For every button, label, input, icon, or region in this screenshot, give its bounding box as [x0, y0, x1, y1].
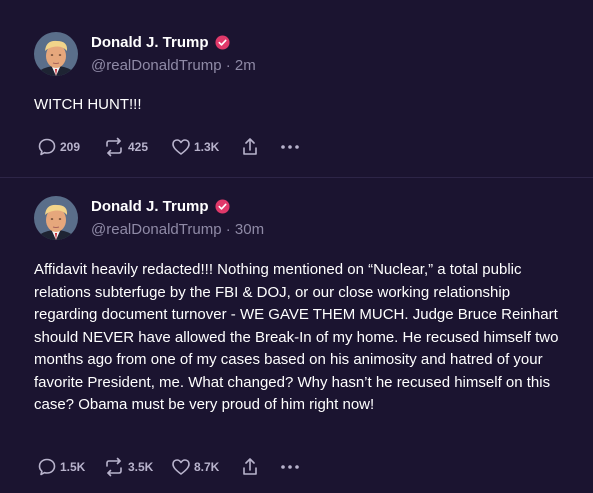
separator-dot: ·: [225, 221, 235, 238]
verified-badge-icon: [214, 199, 230, 214]
action-bar: 209 425 1.3K: [37, 137, 309, 157]
avatar[interactable]: [34, 196, 78, 240]
like-count: 1.3K: [194, 140, 220, 154]
reply-bubble-icon: [38, 138, 56, 156]
heart-icon: [172, 139, 190, 155]
share-button[interactable]: [241, 457, 279, 477]
heart-icon: [172, 459, 190, 475]
like-button[interactable]: 8.7K: [171, 457, 241, 477]
more-button[interactable]: [279, 457, 309, 477]
post[interactable]: Donald J. Trump @realDonaldTrump · 30m A…: [0, 178, 593, 493]
reply-button[interactable]: 1.5K: [37, 457, 103, 477]
repost-arrows-icon: [106, 137, 122, 157]
like-button[interactable]: 1.3K: [171, 137, 241, 157]
author-name[interactable]: Donald J. Trump: [91, 198, 209, 215]
avatar-image: [34, 32, 78, 76]
share-button[interactable]: [241, 137, 279, 157]
post[interactable]: Donald J. Trump @realDonaldTrump · 2m WI…: [0, 0, 593, 178]
author-row: Donald J. Trump: [91, 34, 230, 51]
more-dots-icon: [281, 465, 299, 469]
reply-bubble-icon: [38, 458, 56, 476]
author-row: Donald J. Trump: [91, 198, 230, 215]
more-button[interactable]: [279, 137, 309, 157]
avatar[interactable]: [34, 32, 78, 76]
like-count: 8.7K: [194, 460, 220, 474]
post-time[interactable]: 2m: [235, 57, 256, 74]
reply-button[interactable]: 209: [37, 137, 103, 157]
share-upload-icon: [243, 458, 257, 475]
author-handle[interactable]: @realDonaldTrump: [91, 221, 222, 238]
more-dots-icon: [281, 145, 299, 149]
handle-row: @realDonaldTrump · 2m: [91, 57, 256, 74]
avatar-image: [34, 196, 78, 240]
author-handle[interactable]: @realDonaldTrump: [91, 57, 222, 74]
repost-button[interactable]: 425: [103, 137, 171, 157]
action-bar: 1.5K 3.5K 8.7K: [37, 457, 309, 477]
post-time[interactable]: 30m: [235, 221, 264, 238]
post-text: Affidavit heavily redacted!!! Nothing me…: [34, 261, 559, 413]
author-name[interactable]: Donald J. Trump: [91, 34, 209, 51]
repost-count: 3.5K: [128, 460, 154, 474]
repost-button[interactable]: 3.5K: [103, 457, 171, 477]
post-text: WITCH HUNT!!!: [34, 96, 142, 113]
handle-row: @realDonaldTrump · 30m: [91, 221, 264, 238]
separator-dot: ·: [225, 57, 235, 74]
share-upload-icon: [243, 138, 257, 155]
reply-count: 1.5K: [60, 460, 86, 474]
reply-count: 209: [60, 140, 81, 154]
verified-badge-icon: [214, 35, 230, 50]
repost-count: 425: [128, 140, 149, 154]
repost-arrows-icon: [106, 457, 122, 477]
